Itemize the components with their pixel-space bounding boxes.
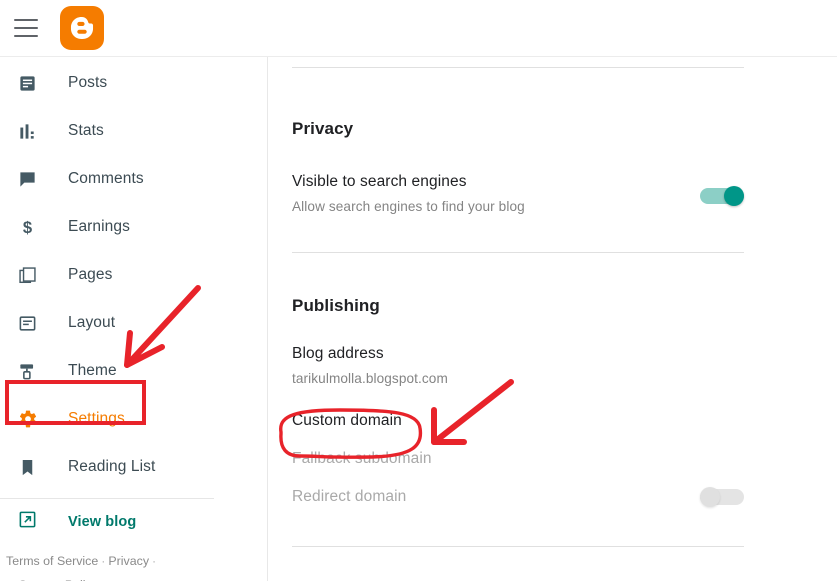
sidebar-item-label: Settings xyxy=(68,410,125,427)
sidebar-item-pages[interactable]: Pages xyxy=(0,251,267,299)
pages-icon xyxy=(18,266,44,285)
settings-content: Privacy Visible to search engines Allow … xyxy=(269,57,837,581)
blog-address-title: Blog address xyxy=(292,345,384,362)
layout-icon xyxy=(18,314,44,333)
blog-address-value: tarikulmolla.blogspot.com xyxy=(292,371,448,386)
redirect-domain-title: Redirect domain xyxy=(292,488,407,505)
settings-inner: Privacy Visible to search engines Allow … xyxy=(292,67,744,547)
sidebar-item-label: Earnings xyxy=(68,218,130,235)
sidebar-navigation: Posts Stats Comments $ Earnings Pages La… xyxy=(0,57,268,581)
settings-gear-icon xyxy=(18,409,44,429)
visible-to-search-engines-row[interactable]: Visible to search engines Allow search e… xyxy=(292,173,744,214)
sidebar-item-label: Posts xyxy=(68,74,108,91)
fallback-subdomain-title: Fallback subdomain xyxy=(292,450,432,467)
sidebar-item-theme[interactable]: Theme xyxy=(0,347,267,395)
hamburger-menu-icon[interactable] xyxy=(14,19,38,37)
sidebar-footer-links: Terms of Service·Privacy· Content Policy xyxy=(0,545,267,581)
sidebar-item-label: Stats xyxy=(68,122,104,139)
stats-icon xyxy=(18,122,44,141)
row-texts: Custom domain xyxy=(292,412,744,430)
row-texts: Fallback subdomain xyxy=(292,450,744,468)
fallback-subdomain-row: Fallback subdomain xyxy=(292,450,744,468)
divider-privacy-publishing xyxy=(292,252,744,253)
sidebar-item-label: Comments xyxy=(68,170,144,187)
earnings-dollar-icon: $ xyxy=(18,218,44,237)
footer-separator: · xyxy=(101,554,106,568)
external-link-icon xyxy=(18,510,44,534)
redirect-domain-toggle[interactable] xyxy=(700,487,744,507)
custom-domain-title: Custom domain xyxy=(292,412,402,429)
row-texts: Blog address tarikulmolla.blogspot.com xyxy=(292,345,744,386)
divider-top xyxy=(292,67,744,68)
visible-to-search-engines-toggle[interactable] xyxy=(700,186,744,206)
footer-separator: · xyxy=(152,554,157,568)
sidebar-item-stats[interactable]: Stats xyxy=(0,107,267,155)
sidebar-item-posts[interactable]: Posts xyxy=(0,59,267,107)
posts-icon xyxy=(18,74,44,93)
reading-list-bookmark-icon xyxy=(18,458,44,477)
blog-address-row[interactable]: Blog address tarikulmolla.blogspot.com xyxy=(292,345,744,386)
top-app-bar xyxy=(0,0,837,57)
row-texts: Visible to search engines Allow search e… xyxy=(292,173,700,214)
privacy-link[interactable]: Privacy xyxy=(108,554,149,568)
custom-domain-row[interactable]: Custom domain xyxy=(292,412,744,430)
blogger-settings-page: Posts Stats Comments $ Earnings Pages La… xyxy=(0,0,837,581)
theme-paint-roller-icon xyxy=(18,362,44,381)
terms-of-service-link[interactable]: Terms of Service xyxy=(6,554,98,568)
sidebar-item-settings[interactable]: Settings xyxy=(0,395,267,443)
blogger-logo-icon[interactable] xyxy=(60,6,104,50)
sidebar-item-reading-list[interactable]: Reading List xyxy=(0,443,267,491)
view-blog-label: View blog xyxy=(68,514,137,530)
visible-to-search-engines-subtitle: Allow search engines to find your blog xyxy=(292,199,525,214)
sidebar-item-layout[interactable]: Layout xyxy=(0,299,267,347)
divider-bottom xyxy=(292,546,744,547)
sidebar-item-label: Pages xyxy=(68,266,113,283)
sidebar-item-label: Layout xyxy=(68,314,116,331)
redirect-domain-row: Redirect domain xyxy=(292,487,744,507)
sidebar-item-comments[interactable]: Comments xyxy=(0,155,267,203)
footer-line-two: Content Policy xyxy=(6,573,267,581)
svg-text:$: $ xyxy=(23,218,32,237)
toggle-knob xyxy=(700,487,720,507)
sidebar-nav-list: Posts Stats Comments $ Earnings Pages La… xyxy=(0,57,267,491)
footer-line-one: Terms of Service · Privacy · xyxy=(6,549,267,573)
visible-to-search-engines-title: Visible to search engines xyxy=(292,173,467,190)
view-blog-button[interactable]: View blog xyxy=(0,499,267,545)
toggle-knob xyxy=(724,186,744,206)
row-texts: Redirect domain xyxy=(292,488,700,506)
publishing-section-title: Publishing xyxy=(292,296,380,315)
sidebar-item-label: Theme xyxy=(68,362,117,379)
comments-icon xyxy=(18,170,44,189)
blogger-b-glyph xyxy=(70,16,94,40)
sidebar-item-earnings[interactable]: $ Earnings xyxy=(0,203,267,251)
sidebar-item-label: Reading List xyxy=(68,458,156,475)
privacy-section-title: Privacy xyxy=(292,119,354,138)
